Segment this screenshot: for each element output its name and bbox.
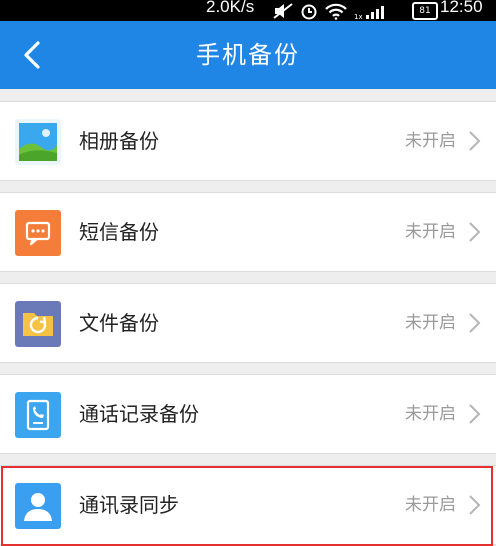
chevron-right-icon — [469, 222, 481, 242]
contacts-icon — [15, 483, 61, 529]
chevron-right-icon — [469, 131, 481, 151]
clock: 12:50 — [440, 0, 483, 16]
item-status: 未开启 — [405, 495, 456, 515]
item-status: 未开启 — [405, 131, 456, 151]
item-status: 未开启 — [405, 313, 456, 333]
folder-sync-icon — [15, 301, 61, 347]
list-item-file-backup[interactable]: 文件备份 未开启 — [0, 283, 496, 363]
status-bar: 2.0K/s 1x 81 12:50 — [0, 0, 496, 21]
sms-icon — [15, 210, 61, 256]
list-item-call-log-backup[interactable]: 通话记录备份 未开启 — [0, 374, 496, 454]
header-bar: 手机备份 — [0, 21, 496, 89]
list-item-photo-backup[interactable]: 相册备份 未开启 — [0, 101, 496, 181]
network-speed: 2.0K/s — [206, 0, 255, 16]
svg-text:1x: 1x — [354, 13, 363, 20]
item-status: 未开启 — [405, 404, 456, 424]
back-button[interactable] — [14, 37, 50, 73]
item-label: 短信备份 — [79, 220, 159, 244]
alarm-icon — [301, 4, 317, 19]
list-item-sms-backup[interactable]: 短信备份 未开启 — [0, 192, 496, 272]
item-label: 通话记录备份 — [79, 402, 199, 426]
signal-icon: 1x — [354, 5, 384, 20]
battery-icon: 81 — [412, 2, 438, 20]
chevron-right-icon — [469, 495, 481, 515]
item-label: 文件备份 — [79, 311, 159, 335]
mute-icon — [273, 2, 293, 19]
chevron-right-icon — [469, 404, 481, 424]
chevron-right-icon — [469, 313, 481, 333]
page-title: 手机备份 — [196, 41, 300, 69]
item-label: 通讯录同步 — [79, 493, 179, 517]
photo-album-icon — [15, 119, 61, 165]
chevron-left-icon — [24, 41, 40, 69]
wifi-icon — [325, 3, 347, 20]
item-status: 未开启 — [405, 222, 456, 242]
call-log-icon — [15, 392, 61, 438]
list-item-contacts-sync[interactable]: 通讯录同步 未开启 — [0, 465, 496, 545]
item-label: 相册备份 — [79, 129, 159, 153]
status-icons: 1x — [272, 0, 388, 21]
